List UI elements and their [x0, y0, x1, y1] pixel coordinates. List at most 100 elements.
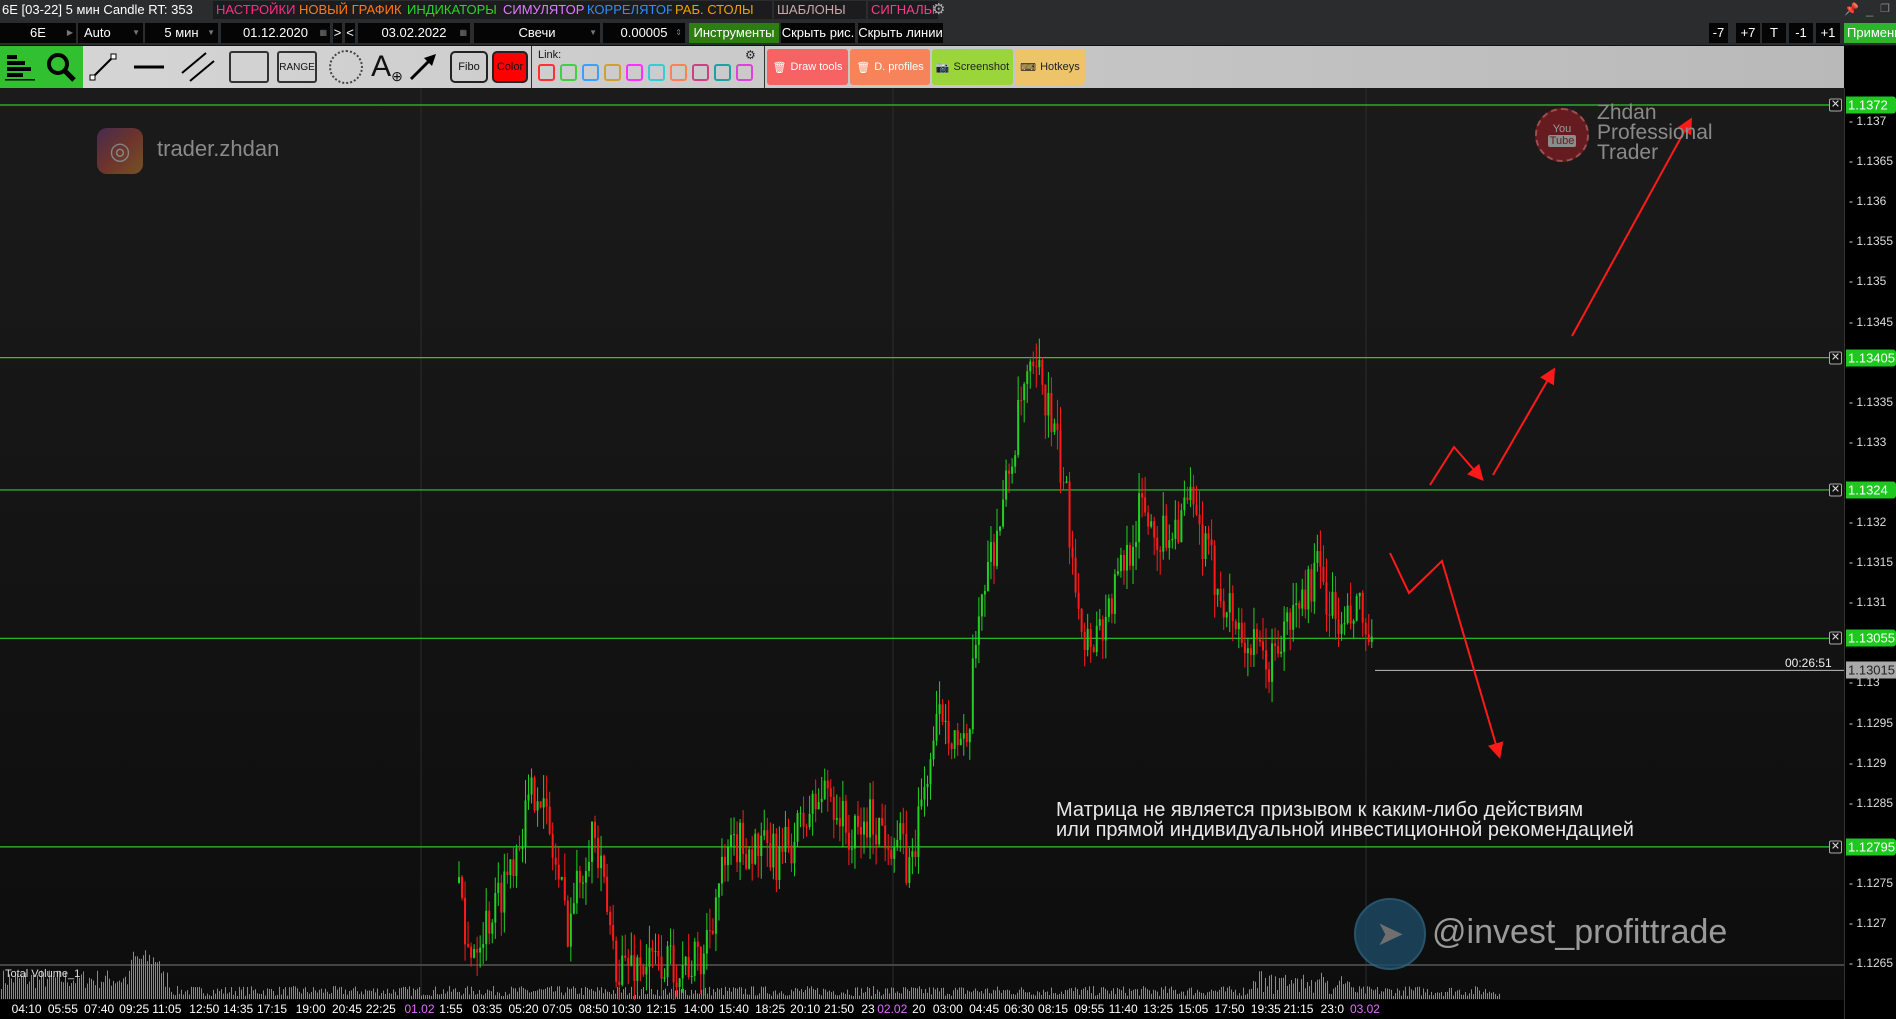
volume-bar [1357, 992, 1358, 999]
volume-bar [853, 995, 854, 999]
hide-lines-button[interactable]: Скрыть линии [858, 23, 943, 43]
link-color-box[interactable] [538, 64, 555, 81]
horizontal-line-icon[interactable] [130, 50, 168, 84]
menu-simulator[interactable]: СИМУЛЯТОР [500, 1, 588, 19]
candle-body [551, 833, 554, 858]
menu-indicators[interactable]: ИНДИКАТОРЫ [404, 1, 500, 19]
text-tool-icon[interactable]: A ⊕ [370, 50, 404, 84]
volume-bar [159, 961, 160, 999]
link-color-box[interactable] [670, 64, 687, 81]
menu-new-chart[interactable]: НОВЫЙ ГРАФИК [296, 1, 405, 19]
remove-level-icon[interactable]: ✕ [1829, 351, 1842, 365]
volume-bar [1433, 995, 1434, 999]
volume-bar [199, 986, 200, 999]
restore-icon[interactable]: ❐ [1880, 2, 1890, 15]
screenshot-button[interactable]: 📷 Screenshot [932, 49, 1013, 85]
tick-size-stepper[interactable]: 0.00005 ⇕ [603, 23, 685, 43]
plus1-button[interactable]: +1 [1816, 23, 1840, 43]
candle-body [1165, 515, 1168, 548]
time-tick-label: 05:20 [508, 1002, 539, 1016]
volume-bar [39, 979, 40, 999]
bars-icon[interactable] [2, 50, 38, 84]
price-chart[interactable]: ◎ trader.zhdan You Tube Zhdan Professional… [0, 88, 1844, 1000]
link-color-box[interactable] [692, 64, 709, 81]
volume-bar [235, 991, 236, 999]
remove-level-icon[interactable]: ✕ [1829, 483, 1842, 497]
next-button[interactable]: > [333, 23, 342, 43]
hide-drawings-button[interactable]: Скрыть рис. [781, 23, 855, 43]
plus7-button[interactable]: +7 [1736, 23, 1760, 43]
instruments-button[interactable]: Инструменты [689, 23, 779, 43]
d-profiles-button[interactable]: 🗑 D. profiles [850, 49, 930, 85]
draw-tools-button[interactable]: 🗑 Draw tools [767, 49, 848, 85]
apply-button[interactable]: Применить [1844, 23, 1896, 43]
gear-icon[interactable]: ⚙ [932, 0, 945, 18]
link-color-box[interactable] [604, 64, 621, 81]
remove-level-icon[interactable]: ✕ [1829, 631, 1842, 645]
forecast-arrow [1492, 367, 1555, 476]
date-to-input[interactable]: 03.02.2022 ▦ [358, 23, 470, 43]
price-tick-label: - 1.1345 [1849, 314, 1894, 329]
link-color-box[interactable] [560, 64, 577, 81]
price-axis[interactable]: - 1.137 - 1.1365 - 1.136 - 1.1355 - 1.135 - 1… [1844, 88, 1896, 1019]
chart-type-select[interactable]: Свечи ▼ [474, 23, 600, 43]
date-from-input[interactable]: 01.12.2020 ▦ [221, 23, 330, 43]
minus1-button[interactable]: -1 [1789, 23, 1813, 43]
link-color-box[interactable] [626, 64, 643, 81]
volume-bar [791, 989, 792, 999]
minus7-button[interactable]: -7 [1709, 23, 1728, 43]
volume-bar [1145, 987, 1146, 999]
volume-bar [605, 989, 606, 999]
volume-bar [937, 987, 938, 999]
menu-settings[interactable]: НАСТРОЙКИ [213, 1, 299, 19]
parallel-channel-icon[interactable] [178, 50, 218, 84]
scale-select[interactable]: Auto ▼ [78, 23, 143, 43]
candle-body [1301, 589, 1304, 609]
menu-correlator[interactable]: КОРРЕЛЯТОР [584, 1, 678, 19]
candle-body [1304, 589, 1307, 610]
menu-templates[interactable]: ШАБЛОНЫ [774, 1, 866, 19]
menu-signals[interactable]: СИГНАЛЫ [868, 1, 939, 19]
volume-bar [885, 988, 886, 999]
color-button[interactable]: Color [492, 50, 528, 84]
fibo-tool-button[interactable]: Fibo [450, 50, 488, 84]
volume-bar [1299, 991, 1300, 999]
volume-bar [1179, 993, 1180, 999]
volume-bar [71, 983, 72, 999]
time-tick-label: 10:30 [611, 1002, 642, 1016]
symbol-select[interactable]: 6E ▶ [0, 23, 76, 43]
timeframe-select[interactable]: 5 мин ▼ [145, 23, 218, 43]
menu-workspaces[interactable]: РАБ. СТОЛЫ [672, 1, 772, 19]
rectangle-tool-icon[interactable] [228, 50, 270, 84]
volume-bar [35, 987, 36, 999]
ellipse-tool-icon[interactable] [326, 50, 366, 84]
prev-button[interactable]: < [345, 23, 355, 43]
hotkeys-button[interactable]: ⌨ Hotkeys [1015, 49, 1085, 85]
candle-body [681, 965, 684, 979]
arrow-tool-icon[interactable] [406, 50, 440, 84]
candle-body [1265, 650, 1268, 670]
volume-bar [961, 987, 962, 999]
segment-tool-icon[interactable] [86, 50, 120, 84]
link-color-box[interactable] [648, 64, 665, 81]
volume-bar [453, 989, 454, 999]
volume-bar [825, 989, 826, 999]
t-button[interactable]: T [1762, 23, 1786, 43]
remove-level-icon[interactable]: ✕ [1829, 98, 1842, 112]
time-axis[interactable]: 04:10 05:55 07:40 09:25 11:05 12:50 14:35 17:15… [0, 1000, 1844, 1019]
link-settings-icon[interactable]: ⚙ [745, 48, 756, 62]
pin-icon[interactable]: 📌 [1844, 2, 1859, 16]
volume-bar [1327, 980, 1328, 999]
volume-bar [1003, 989, 1004, 999]
search-icon[interactable] [42, 50, 80, 84]
volume-bar [451, 991, 452, 999]
volume-bar [723, 994, 724, 999]
link-color-box[interactable] [736, 64, 753, 81]
candle-body [1340, 624, 1343, 634]
link-color-box[interactable] [714, 64, 731, 81]
candle-body [1349, 605, 1352, 624]
link-color-box[interactable] [582, 64, 599, 81]
minimize-icon[interactable]: _ [1866, 2, 1873, 17]
range-tool-button[interactable]: RANGE [277, 50, 317, 84]
remove-level-icon[interactable]: ✕ [1829, 840, 1842, 854]
